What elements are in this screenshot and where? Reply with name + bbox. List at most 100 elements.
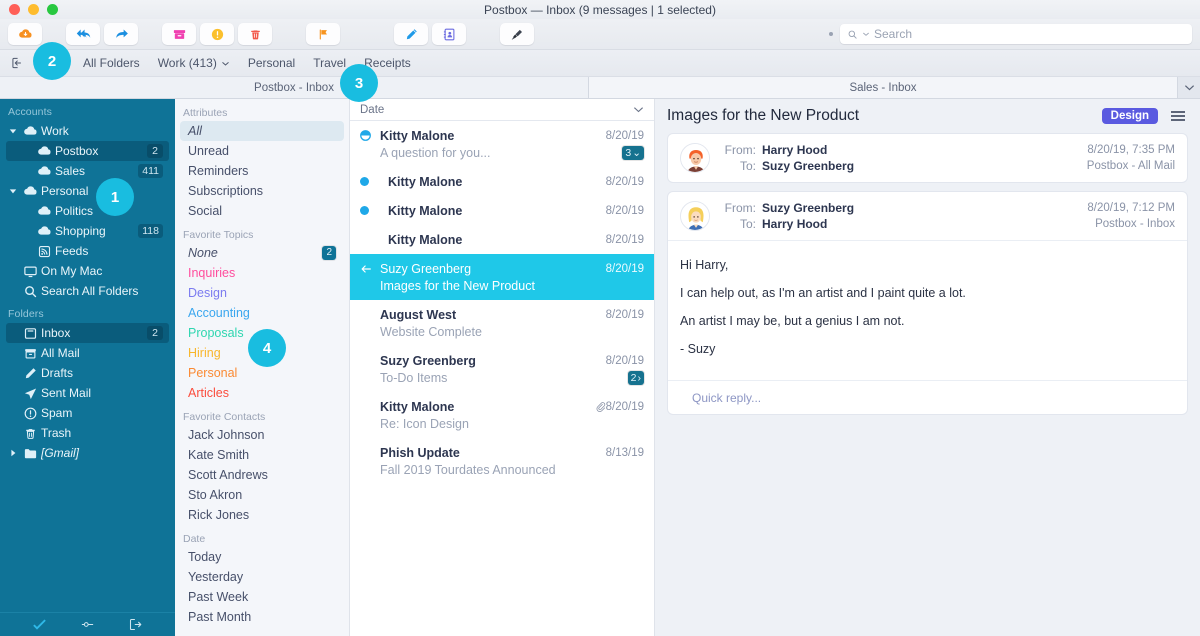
filter-item-kate-smith[interactable]: Kate Smith (180, 445, 344, 465)
sidebar-item-sales[interactable]: Sales 411 (6, 161, 169, 181)
reply-all-button[interactable] (66, 23, 100, 45)
filter-item-none[interactable]: None 2 (180, 243, 344, 263)
tab-sales-inbox[interactable]: Sales - Inbox (589, 77, 1178, 98)
filter-item-past-week[interactable]: Past Week (180, 587, 344, 607)
to-value[interactable]: Harry Hood (762, 216, 827, 232)
twisty-right-icon[interactable] (9, 449, 17, 457)
sidebar-item-sent-mail[interactable]: Sent Mail (6, 383, 169, 403)
filter-item-scott-andrews[interactable]: Scott Andrews (180, 465, 344, 485)
close-window-button[interactable] (9, 4, 20, 15)
filter-item-articles[interactable]: Articles (180, 383, 344, 403)
topic-tag-badge[interactable]: Design (1101, 108, 1158, 124)
sidebar-item-spam[interactable]: Spam (6, 403, 169, 423)
from-label: From: (724, 201, 756, 215)
filter-item-today[interactable]: Today (180, 547, 344, 567)
from-value[interactable]: Harry Hood (762, 142, 827, 158)
message-list-header[interactable]: Date (350, 99, 654, 121)
filter-item-label: Rick Jones (188, 508, 250, 522)
sidebar-toggle-button[interactable] (10, 56, 24, 70)
check-mail-icon[interactable] (32, 617, 47, 632)
sidebar-item-all-mail[interactable]: All Mail (6, 343, 169, 363)
message-subject-title: Images for the New Product (667, 107, 860, 124)
twisty[interactable] (6, 449, 20, 457)
message-row[interactable]: August West 8/20/19 Website Complete (350, 300, 654, 346)
thread-partial-icon (360, 130, 371, 141)
message-menu-button[interactable] (1168, 108, 1188, 124)
get-mail-button[interactable] (8, 23, 42, 45)
settings-slider-icon[interactable] (80, 617, 95, 632)
archive-button[interactable] (162, 23, 196, 45)
thread-count-badge[interactable]: 3 ⌄ (622, 145, 644, 160)
sidebar-item-shopping[interactable]: Shopping 118 (6, 221, 169, 241)
postbox-app-window: Postbox — Inbox (9 messages | 1 selected… (0, 0, 1200, 636)
tab-postbox-inbox[interactable]: Postbox - Inbox (0, 77, 589, 98)
collapse-sidebar-icon[interactable] (128, 617, 143, 632)
sidebar-item-on-my-mac[interactable]: On My Mac (6, 261, 169, 281)
message-row[interactable]: Kitty Malone 8/20/19 (350, 225, 654, 254)
filter-item-sto-akron[interactable]: Sto Akron (180, 485, 344, 505)
sidebar-item-gmail[interactable]: [Gmail] (6, 443, 169, 463)
filter-item-past-month[interactable]: Past Month (180, 607, 344, 627)
window-controls[interactable] (0, 4, 58, 15)
chevron-down-icon[interactable] (862, 30, 870, 38)
tab-list-button[interactable] (1178, 77, 1200, 98)
twisty-down-icon[interactable] (9, 127, 17, 135)
filter-tab-work[interactable]: Work (413) (149, 56, 239, 70)
forward-button[interactable] (104, 23, 138, 45)
message-status-icon (360, 263, 380, 275)
message-sender: Phish Update (380, 445, 460, 460)
sidebar-item-drafts[interactable]: Drafts (6, 363, 169, 383)
sidebar-item-work[interactable]: Work (6, 121, 169, 141)
filter-item-reminders[interactable]: Reminders (180, 161, 344, 181)
message-paragraph: Hi Harry, (680, 258, 729, 272)
sidebar-item-trash[interactable]: Trash (6, 423, 169, 443)
filter-item-rick-jones[interactable]: Rick Jones (180, 505, 344, 525)
filter-item-unread[interactable]: Unread (180, 141, 344, 161)
sidebar-item-search-all-folders[interactable]: Search All Folders (6, 281, 169, 301)
junk-button[interactable] (200, 23, 234, 45)
delete-button[interactable] (238, 23, 272, 45)
sidebar-item-inbox[interactable]: Inbox 2 (6, 323, 169, 343)
twisty[interactable] (6, 127, 20, 135)
message-card[interactable]: From: Suzy Greenberg To: Harry Hood 8/20/1… (667, 191, 1188, 415)
to-value[interactable]: Suzy Greenberg (762, 158, 854, 174)
message-row[interactable]: Kitty Malone 8/20/19 Re: Icon Design (350, 392, 654, 438)
chevron-down-icon[interactable] (633, 104, 644, 115)
filter-item-label: Personal (188, 366, 238, 380)
filter-tab-all-folders[interactable]: All Folders (74, 56, 149, 70)
search-input[interactable]: Search (840, 24, 1192, 44)
twisty[interactable] (6, 187, 20, 195)
callout-badge-3: 3 (340, 64, 378, 102)
filter-item-social[interactable]: Social (180, 201, 344, 221)
message-row[interactable]: Phish Update 8/13/19 Fall 2019 Tourdates… (350, 438, 654, 484)
message-row[interactable]: Kitty Malone 8/20/19 (350, 167, 654, 196)
sidebar-item-politics[interactable]: Politics (6, 201, 169, 221)
twisty-down-icon[interactable] (9, 187, 17, 195)
message-sender: Kitty Malone (388, 203, 463, 218)
filter-item-design[interactable]: Design (180, 283, 344, 303)
filter-item-all[interactable]: All (180, 121, 344, 141)
filter-tab-personal[interactable]: Personal (239, 56, 304, 70)
message-row[interactable]: Kitty Malone 8/20/19 (350, 196, 654, 225)
message-row[interactable]: Kitty Malone 8/20/19 A question for you.… (350, 121, 654, 167)
filter-item-accounting[interactable]: Accounting (180, 303, 344, 323)
sidebar-item-feeds[interactable]: Feeds (6, 241, 169, 261)
clean-up-button[interactable] (500, 23, 534, 45)
message-row[interactable]: Suzy Greenberg 8/20/19 Images for the Ne… (350, 254, 654, 300)
from-value[interactable]: Suzy Greenberg (762, 200, 854, 216)
address-book-button[interactable] (432, 23, 466, 45)
minimize-window-button[interactable] (28, 4, 39, 15)
filter-item-subscriptions[interactable]: Subscriptions (180, 181, 344, 201)
maximize-window-button[interactable] (47, 4, 58, 15)
sidebar-item-personal[interactable]: Personal (6, 181, 169, 201)
filter-item-jack-johnson[interactable]: Jack Johnson (180, 425, 344, 445)
message-card[interactable]: From: Harry Hood To: Suzy Greenberg 8/20/1… (667, 133, 1188, 183)
sidebar-item-postbox[interactable]: Postbox 2 (6, 141, 169, 161)
flag-button[interactable] (306, 23, 340, 45)
compose-button[interactable] (394, 23, 428, 45)
quick-reply-field[interactable]: Quick reply... (668, 380, 1187, 414)
filter-item-yesterday[interactable]: Yesterday (180, 567, 344, 587)
filter-item-inquiries[interactable]: Inquiries (180, 263, 344, 283)
thread-count-badge[interactable]: 2 › (627, 370, 644, 385)
message-row[interactable]: Suzy Greenberg 8/20/19 To-Do Items 2 › (350, 346, 654, 392)
